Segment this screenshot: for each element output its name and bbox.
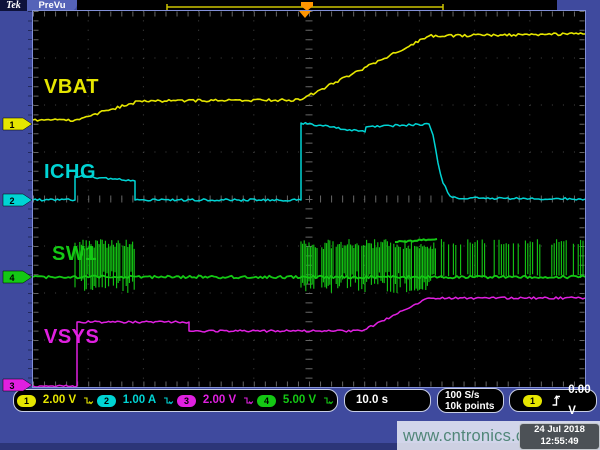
tek-logo: Tek <box>0 0 27 11</box>
channel-4-position-marker: 4 <box>2 270 33 284</box>
channel-2-badge: 2 <box>97 395 116 407</box>
channel-label-vsys: VSYS <box>44 327 99 347</box>
svg-text:4: 4 <box>9 273 14 283</box>
channel-3-position-marker: 3 <box>2 378 33 392</box>
scope-header: Tek PreVu <box>0 0 600 11</box>
coupling-icon <box>163 395 174 407</box>
trigger-level: 0.00 V <box>568 380 596 422</box>
graticule: VBAT ICHG VSYS SW1 <box>33 11 585 387</box>
record-view-bar <box>77 0 557 11</box>
coupling-icon <box>243 395 254 407</box>
channel-2-scale: 1.00 A <box>116 390 163 411</box>
channel-1-position-marker: 1 <box>2 117 33 131</box>
channel-3-scale: 2.00 V <box>196 390 243 411</box>
trace-vsys <box>33 297 585 387</box>
channel-4-scale: 5.00 V <box>276 390 323 411</box>
channel-1-scale: 2.00 V <box>36 390 83 411</box>
channel-scale-panel: 12.00 V21.00 A32.00 V45.00 V <box>13 389 338 412</box>
date-text: 24 Jul 2018 <box>520 424 599 436</box>
channel-label-sw1: SW1 <box>52 244 97 264</box>
acquisition-mode-tab: PreVu <box>27 0 77 11</box>
trace-sw1-bursts <box>75 239 583 293</box>
channel-1-readout: 12.00 V <box>17 390 97 411</box>
datetime-badge: 24 Jul 2018 12:55:49 <box>519 423 600 450</box>
trigger-slope-icon <box>551 394 560 407</box>
acquisition-readout: 100 S/s 10k points <box>437 388 504 413</box>
channel-4-badge: 4 <box>257 395 276 407</box>
coupling-icon <box>323 395 334 407</box>
time-text: 12:55:49 <box>520 436 599 448</box>
channel-label-vbat: VBAT <box>44 77 99 97</box>
timebase-readout: 10.0 s <box>344 389 431 412</box>
channel-label-ichg: ICHG <box>44 162 96 182</box>
svg-text:2: 2 <box>9 196 14 206</box>
channel-3-readout: 32.00 V <box>177 390 257 411</box>
waveform-canvas <box>33 11 585 387</box>
coupling-icon <box>83 395 94 407</box>
channel-4-readout: 45.00 V <box>257 390 337 411</box>
svg-text:1: 1 <box>9 120 14 130</box>
channel-2-readout: 21.00 A <box>97 390 177 411</box>
channel-2-position-marker: 2 <box>2 193 33 207</box>
trigger-source-badge: 1 <box>523 395 542 407</box>
oscilloscope-display: Tek PreVu VBATICHGVSYSSW1 12.00 V21.00 A… <box>0 0 600 450</box>
record-length: 10k points <box>445 401 503 412</box>
trigger-position-top-icon <box>301 2 313 11</box>
channel-3-badge: 3 <box>177 395 196 407</box>
trace-sw1-top-envelope <box>395 239 437 242</box>
trigger-readout: 1 0.00 V <box>509 389 597 412</box>
svg-text:3: 3 <box>9 381 14 391</box>
sample-rate: 100 S/s <box>445 390 503 401</box>
trigger-position-icon <box>299 11 311 18</box>
channel-1-badge: 1 <box>17 395 36 407</box>
